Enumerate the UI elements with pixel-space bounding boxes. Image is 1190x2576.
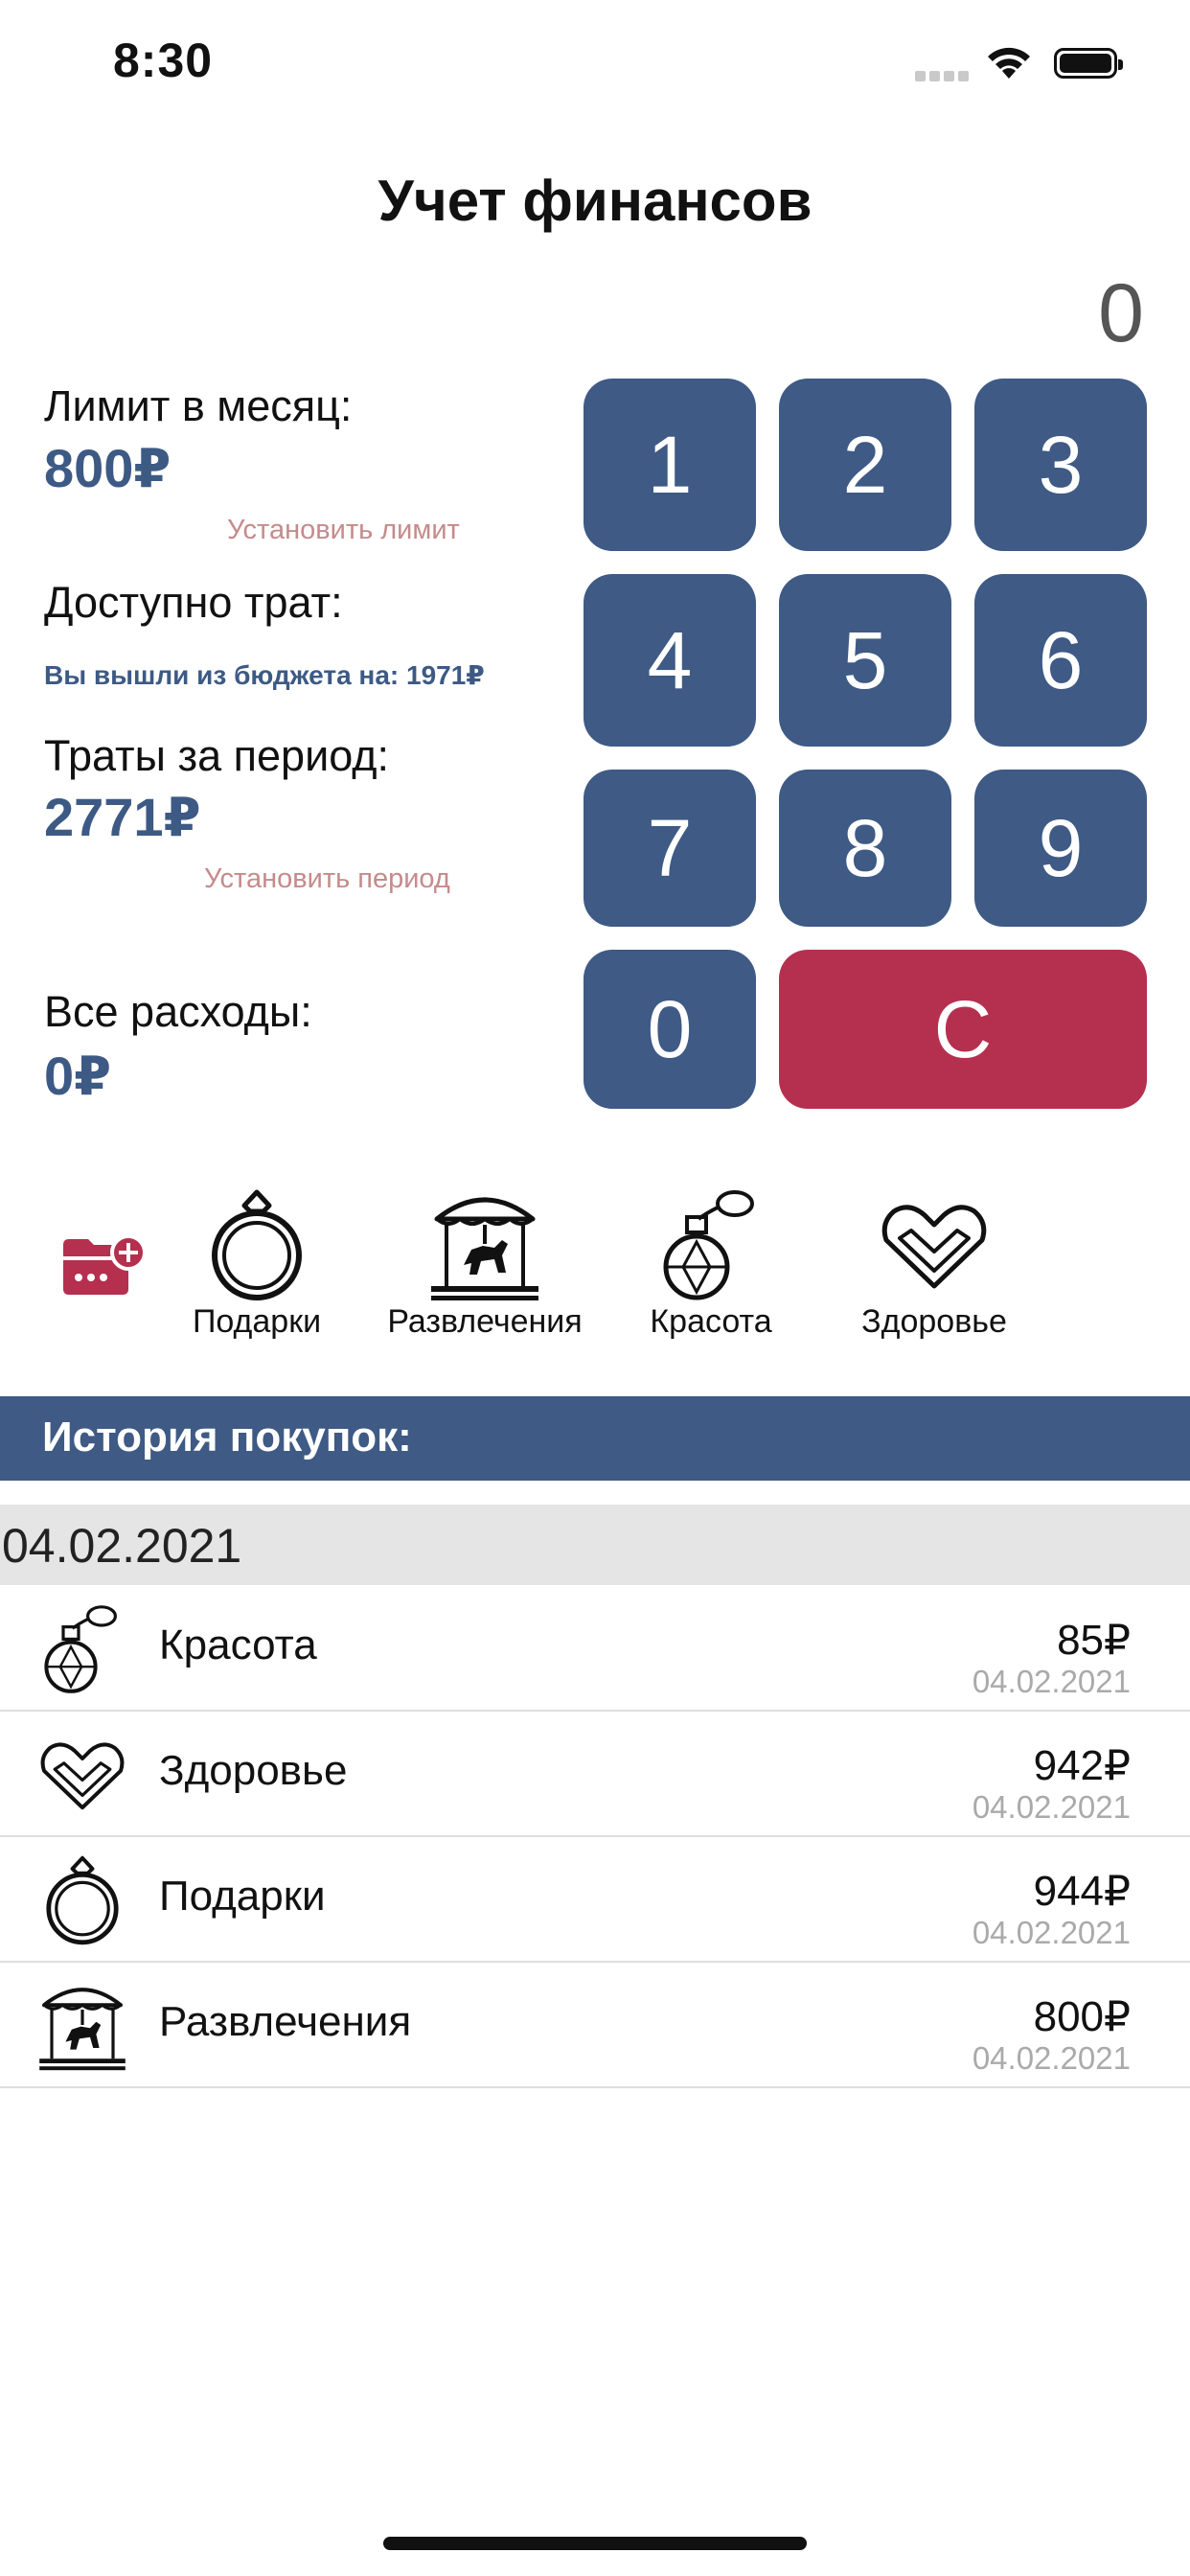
- set-period-link[interactable]: Установить период: [204, 863, 450, 895]
- row-date: 04.02.2021: [972, 1664, 1131, 1699]
- key-4[interactable]: 4: [584, 574, 756, 747]
- category-label: Развлечения: [387, 1303, 583, 1340]
- row-amount: 800₽: [1033, 1993, 1131, 2040]
- page-title: Учет финансов: [378, 169, 812, 233]
- key-1[interactable]: 1: [584, 379, 756, 551]
- row-amount: 944₽: [1033, 1868, 1131, 1915]
- status-time: 8:30: [113, 34, 214, 87]
- perfume-icon: [44, 1605, 117, 1693]
- key-3[interactable]: 3: [974, 379, 1147, 551]
- over-budget-text: Вы вышли из бюджета на: 1971₽: [44, 660, 485, 690]
- carousel-icon: [39, 1988, 126, 2071]
- period-label: Траты за период:: [44, 731, 389, 780]
- input-display: 0: [1098, 267, 1144, 359]
- ring-icon: [46, 1855, 119, 1945]
- limit-value: 800₽: [44, 438, 172, 498]
- date-group-header: 04.02.2021: [0, 1505, 1190, 1585]
- history-title: История покупок:: [42, 1414, 412, 1460]
- category-beauty[interactable]: Красота: [634, 1186, 788, 1341]
- key-0[interactable]: 0: [584, 950, 756, 1109]
- key-7[interactable]: 7: [584, 770, 756, 927]
- category-label: Красота: [650, 1303, 772, 1340]
- history-row[interactable]: Развлечения 800₽ 04.02.2021: [0, 1962, 1190, 2088]
- set-limit-link[interactable]: Установить лимит: [227, 515, 460, 546]
- clear-button[interactable]: C: [779, 950, 1147, 1109]
- category-entertainment[interactable]: Развлечения: [379, 1186, 590, 1341]
- heart-icon: [881, 1205, 987, 1289]
- ring-icon: [212, 1189, 302, 1300]
- category-label: Здоровье: [861, 1303, 1007, 1340]
- total-label: Все расходы:: [44, 987, 312, 1036]
- category-label: Подарки: [192, 1303, 322, 1340]
- key-8[interactable]: 8: [779, 770, 951, 927]
- total-value: 0₽: [44, 1046, 112, 1106]
- history-row[interactable]: Здоровье 942₽ 04.02.2021: [0, 1711, 1190, 1837]
- heart-icon: [40, 1742, 125, 1810]
- row-category-name: Красота: [159, 1622, 317, 1668]
- add-category-icon[interactable]: [59, 1233, 148, 1299]
- row-date: 04.02.2021: [972, 1789, 1131, 1825]
- row-category-name: Подарки: [159, 1873, 326, 1920]
- row-amount: 85₽: [1057, 1617, 1131, 1664]
- history-row[interactable]: Красота 85₽ 04.02.2021: [0, 1585, 1190, 1712]
- key-9[interactable]: 9: [974, 770, 1147, 927]
- row-date: 04.02.2021: [972, 1915, 1131, 1950]
- key-6[interactable]: 6: [974, 574, 1147, 747]
- available-label: Доступно трат:: [44, 578, 343, 627]
- history-row[interactable]: Подарки 944₽ 04.02.2021: [0, 1836, 1190, 1963]
- date-group-label: 04.02.2021: [2, 1519, 242, 1573]
- period-value: 2771₽: [44, 787, 201, 847]
- history-header: История покупок:: [0, 1396, 1190, 1481]
- category-gifts[interactable]: Подарки: [180, 1186, 333, 1341]
- battery-icon: [1054, 48, 1123, 79]
- carousel-icon: [431, 1197, 538, 1300]
- perfume-icon: [663, 1190, 754, 1300]
- home-indicator[interactable]: [383, 2537, 807, 2550]
- row-category-name: Развлечения: [159, 1998, 412, 2045]
- row-category-name: Здоровье: [159, 1747, 348, 1794]
- key-5[interactable]: 5: [779, 574, 951, 747]
- key-2[interactable]: 2: [779, 379, 951, 551]
- cellular-signal-icon: [915, 69, 973, 86]
- row-amount: 942₽: [1033, 1742, 1131, 1789]
- limit-label: Лимит в месяц:: [44, 381, 353, 430]
- wifi-icon: [988, 47, 1030, 79]
- category-health[interactable]: Здоровье: [843, 1186, 1025, 1341]
- row-date: 04.02.2021: [972, 2040, 1131, 2076]
